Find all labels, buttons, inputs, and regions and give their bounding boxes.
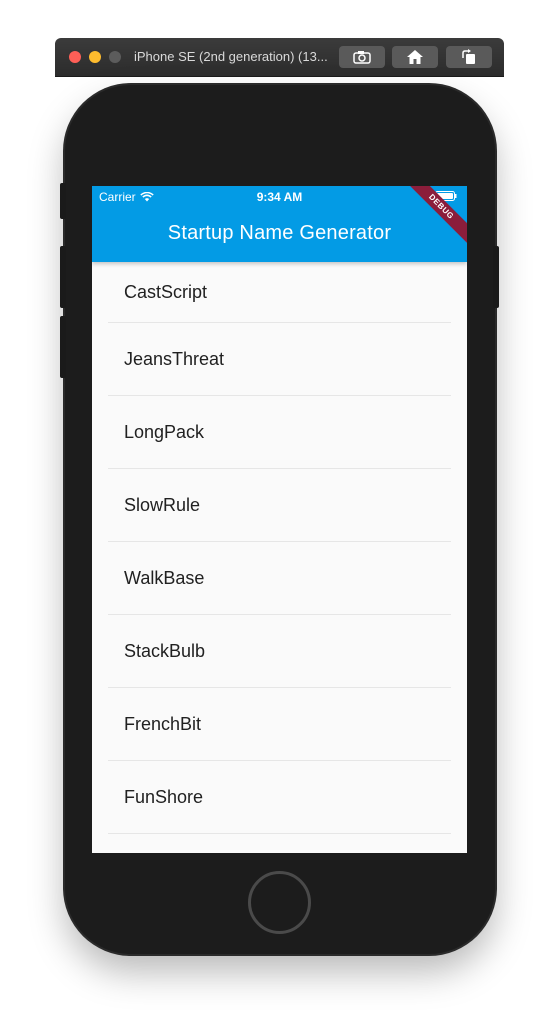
- list-item-label: JeansThreat: [124, 348, 225, 369]
- screenshot-button[interactable]: [339, 46, 385, 68]
- list-item[interactable]: FunShore: [92, 761, 467, 833]
- list-item-label: WalkBase: [124, 567, 205, 588]
- home-icon: [407, 50, 423, 64]
- app-bar: Carrier 9:34 AM Startup Name Generator: [92, 186, 467, 262]
- simulator-toolbar: iPhone SE (2nd generation) (13...: [55, 38, 504, 76]
- list-item-label: FunShore: [124, 786, 204, 807]
- rotate-button[interactable]: [446, 46, 492, 68]
- power-button: [493, 246, 499, 308]
- mute-switch: [60, 183, 66, 219]
- list-item[interactable]: WalkBase: [92, 542, 467, 614]
- list-item-label: StackBulb: [124, 640, 206, 661]
- simulator-title: iPhone SE (2nd generation) (13...: [134, 49, 328, 64]
- startup-name-list[interactable]: CastScript JeansThreat LongPack SlowRule…: [92, 262, 467, 834]
- list-item-label: SlowRule: [124, 494, 201, 515]
- list-item-label: FrenchBit: [124, 713, 202, 734]
- list-divider: [108, 833, 451, 834]
- list-item[interactable]: StackBulb: [92, 615, 467, 687]
- status-time: 9:34 AM: [256, 190, 303, 204]
- list-item[interactable]: SlowRule: [92, 469, 467, 541]
- list-item-label: LongPack: [124, 421, 205, 442]
- list-item[interactable]: CastScript: [92, 262, 467, 322]
- home-button[interactable]: [392, 46, 438, 68]
- minimize-window-button[interactable]: [89, 51, 101, 63]
- list-item[interactable]: JeansThreat: [92, 323, 467, 395]
- list-item-label: CastScript: [124, 281, 208, 302]
- app-title: Startup Name Generator: [167, 222, 392, 244]
- device-home-button[interactable]: [248, 871, 311, 934]
- device-screen: Carrier 9:34 AM Startup Name Generator D…: [92, 186, 467, 853]
- screenshot-icon: [353, 51, 371, 64]
- list-item[interactable]: FrenchBit: [92, 688, 467, 760]
- list-item[interactable]: LongPack: [92, 396, 467, 468]
- volume-up-button: [60, 246, 66, 308]
- status-bar: Carrier 9:34 AM: [92, 186, 467, 206]
- rotate-icon: [462, 49, 475, 64]
- close-window-button[interactable]: [69, 51, 81, 63]
- zoom-window-button[interactable]: [109, 51, 121, 63]
- volume-down-button: [60, 316, 66, 378]
- simulator-root: iPhone SE (2nd generation) (13... Carrie…: [0, 0, 559, 1028]
